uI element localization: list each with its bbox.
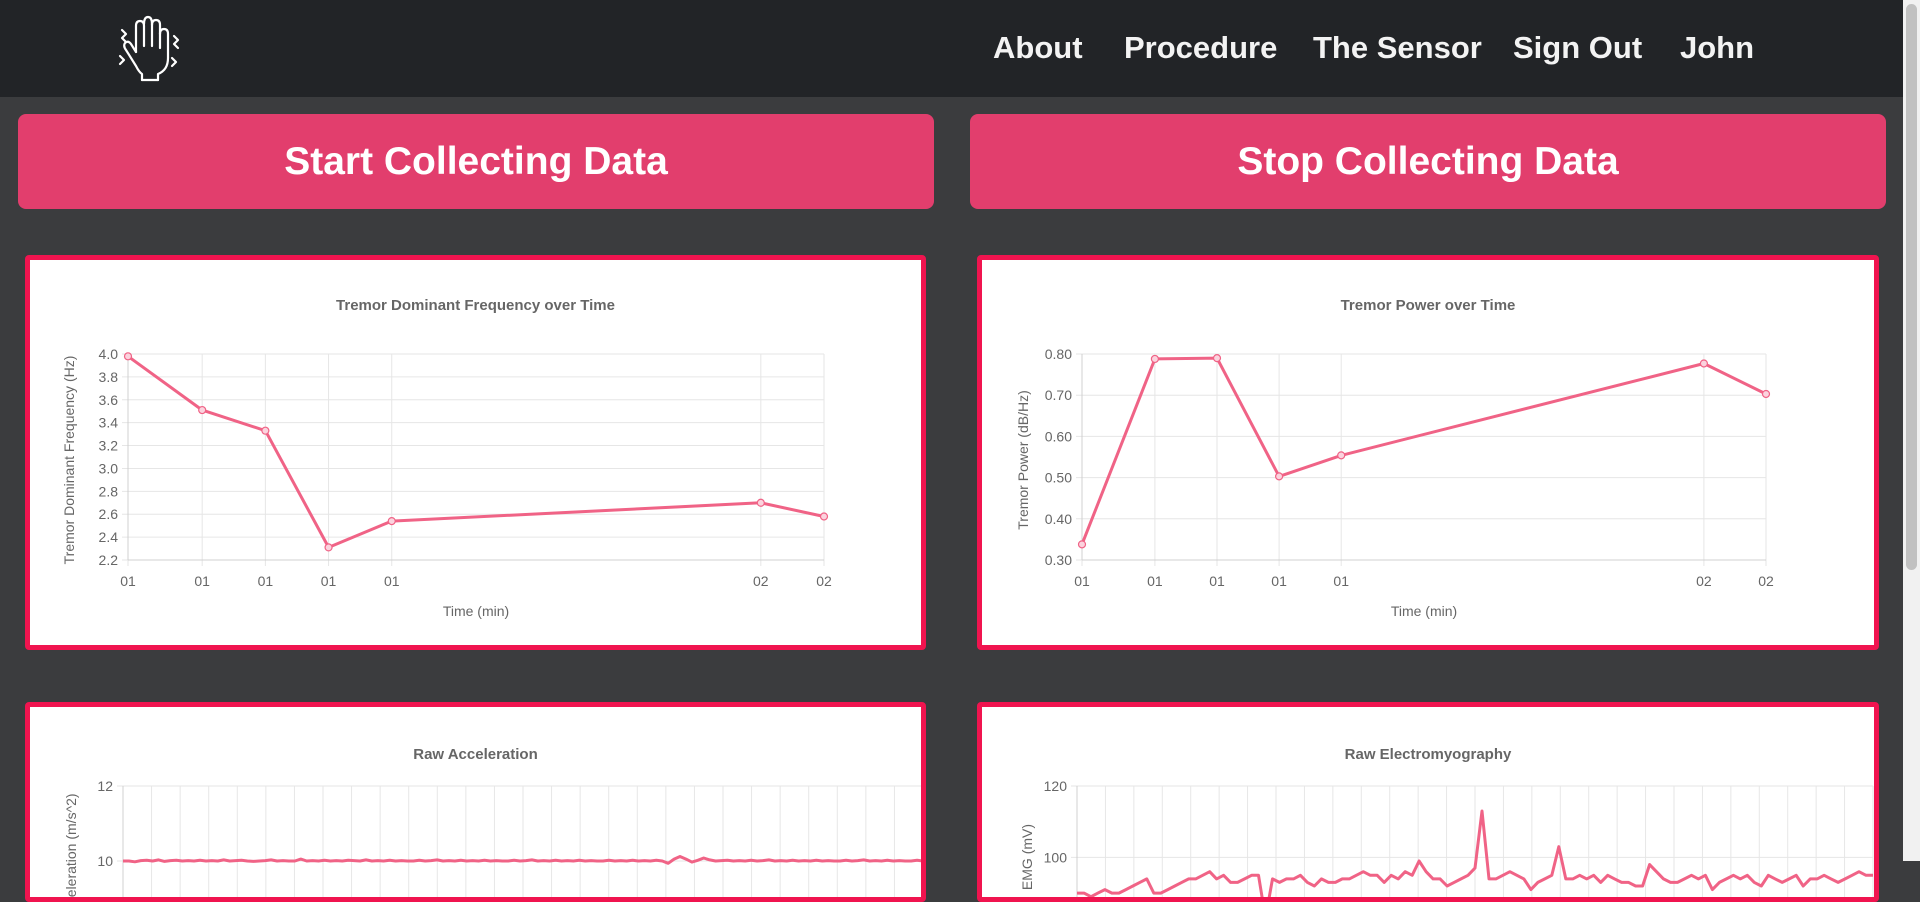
chart-title: Raw Acceleration <box>413 746 538 763</box>
series-line <box>123 855 921 865</box>
emg-chart-card: Raw Electromyography80100120EMG (mV) <box>977 702 1879 902</box>
data-point <box>1761 389 1771 399</box>
y-tick-label: 12 <box>97 778 113 794</box>
data-point <box>1077 540 1087 549</box>
y-tick-label: 3.2 <box>99 438 119 454</box>
nav-link-procedure[interactable]: Procedure <box>1124 30 1277 66</box>
acceleration-chart-card: Raw Acceleration81012Acceleration (m/s^2… <box>25 702 926 902</box>
x-axis-label: Time (min) <box>443 603 509 619</box>
nav-link-sign-out[interactable]: Sign Out <box>1513 30 1642 66</box>
x-tick-label: 02 <box>1758 573 1774 589</box>
x-tick-label: 01 <box>194 573 210 589</box>
y-tick-label: 120 <box>1044 778 1068 794</box>
y-tick-label: 100 <box>1044 849 1068 865</box>
y-axis-label: EMG (mV) <box>1019 824 1035 890</box>
y-tick-label: 2.8 <box>99 483 119 499</box>
stop-collecting-button[interactable]: Stop Collecting Data <box>970 114 1886 209</box>
y-tick-label: 0.60 <box>1045 428 1072 444</box>
data-point <box>1150 354 1159 364</box>
x-tick-label: 01 <box>258 573 274 589</box>
emg-chart: Raw Electromyography80100120EMG (mV) <box>1019 746 1874 897</box>
data-point <box>1212 354 1222 363</box>
y-tick-label: 2.4 <box>99 529 119 545</box>
x-tick-label: 01 <box>1333 573 1349 589</box>
y-tick-label: 0.70 <box>1045 387 1072 403</box>
data-point <box>261 426 270 435</box>
y-tick-label: 10 <box>97 853 113 869</box>
x-tick-label: 01 <box>321 573 337 589</box>
y-tick-label: 0.30 <box>1045 552 1072 568</box>
navbar: About Procedure The Sensor Sign Out John <box>0 0 1903 97</box>
y-tick-label: 4.0 <box>99 346 119 362</box>
x-tick-label: 02 <box>753 573 769 589</box>
power-chart-card: Tremor Power over Time 0.30 0.40 0.50 0.60 0.… <box>977 255 1879 650</box>
y-axis-label: Tremor Power (dB/Hz) <box>1015 390 1031 530</box>
x-tick-label: 02 <box>1696 573 1712 589</box>
chart-title: Raw Electromyography <box>1345 746 1512 763</box>
y-axis-label: Acceleration (m/s^2) <box>63 793 79 897</box>
x-tick-label: 01 <box>1209 573 1225 589</box>
acceleration-chart: Raw Acceleration81012Acceleration (m/s^2… <box>63 746 921 897</box>
x-tick-label: 01 <box>1147 573 1163 589</box>
x-tick-label: 01 <box>1074 573 1090 589</box>
scrollbar-thumb[interactable] <box>1906 4 1917 570</box>
y-tick-label: 0.80 <box>1045 346 1072 362</box>
y-tick-label: 3.8 <box>99 369 119 385</box>
nav-menu: About Procedure The Sensor Sign Out John <box>0 0 1903 97</box>
y-tick-label: 3.0 <box>99 460 119 476</box>
data-point <box>1337 451 1346 460</box>
start-collecting-button[interactable]: Start Collecting Data <box>18 114 934 209</box>
data-point <box>819 512 829 521</box>
chart-title: Tremor Power over Time <box>1341 297 1516 314</box>
nav-link-about[interactable]: About <box>993 30 1083 66</box>
power-chart: Tremor Power over Time 0.30 0.40 0.50 0.60 0.… <box>1015 297 1774 619</box>
x-tick-label: 02 <box>816 573 832 589</box>
data-point <box>123 352 133 361</box>
data-point <box>387 516 396 526</box>
y-tick-label: 2.6 <box>99 506 119 522</box>
data-point <box>1275 472 1284 481</box>
data-point <box>1699 359 1709 368</box>
chart-title: Tremor Dominant Frequency over Time <box>336 297 615 314</box>
y-tick-label: 0.40 <box>1045 511 1072 527</box>
data-point <box>756 498 765 507</box>
y-tick-label: 3.4 <box>99 415 119 431</box>
x-tick-label: 01 <box>120 573 136 589</box>
y-axis-label: Tremor Dominant Frequency (Hz) <box>61 356 77 565</box>
x-tick-label: 01 <box>384 573 400 589</box>
data-point <box>198 405 207 415</box>
y-tick-label: 2.2 <box>99 552 119 568</box>
y-tick-label: 0.50 <box>1045 470 1072 486</box>
y-tick-label: 3.6 <box>99 392 119 408</box>
series-line <box>127 355 825 549</box>
series-line <box>1080 356 1767 545</box>
frequency-chart: Tremor Dominant Frequency over Time 2.2 2.… <box>61 297 832 619</box>
x-tick-label: 01 <box>1271 573 1287 589</box>
frequency-chart-card: Tremor Dominant Frequency over Time 2.2 2.… <box>25 255 926 650</box>
x-axis-label: Time (min) <box>1391 603 1457 619</box>
nav-link-user[interactable]: John <box>1680 30 1754 66</box>
nav-link-the-sensor[interactable]: The Sensor <box>1313 30 1482 66</box>
data-point <box>324 543 333 552</box>
